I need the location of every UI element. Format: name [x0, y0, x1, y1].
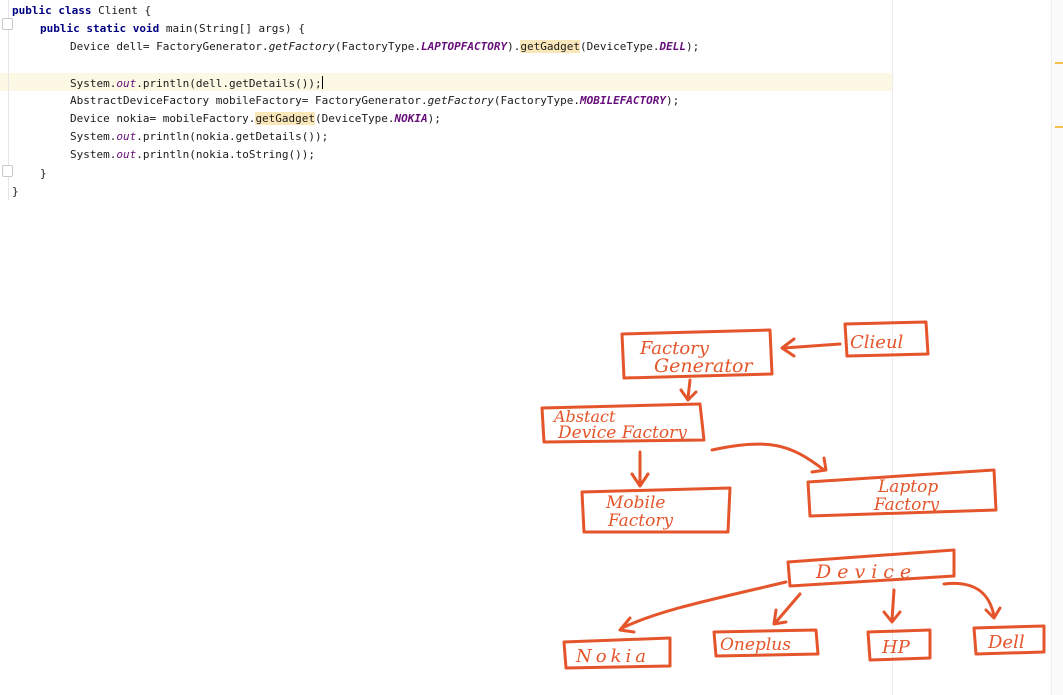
code-text: Device nokia= mobileFactory. [70, 112, 256, 125]
arrow-abstract-to-laptop [710, 442, 828, 474]
arrow-client-to-generator [780, 337, 842, 358]
diagram-label: Dell [987, 632, 1025, 653]
diagram-label: Nokia [575, 646, 650, 667]
code-text: ); [685, 40, 700, 53]
arrow-device-to-nokia [618, 580, 788, 634]
code-text: AbstractDeviceFactory mobileFactory= Fac… [70, 94, 428, 107]
arrow-generator-to-abstract [679, 378, 698, 402]
editor-scrollbar[interactable] [1051, 0, 1063, 695]
code-keyword: public class [12, 4, 92, 17]
fold-icon[interactable] [2, 165, 13, 177]
static-method: getFactory [427, 94, 494, 107]
diagram-label: Factory [873, 495, 939, 515]
handwritten-diagram: Factory Generator Clieul Abstact Device … [540, 320, 1046, 670]
brace: { [144, 4, 152, 17]
diagram-label: Laptop [877, 477, 938, 497]
static-field: out [116, 148, 137, 161]
enum-constant: NOKIA [394, 112, 428, 125]
code-text: (FactoryType. [334, 40, 422, 53]
code-text: .println(nokia.getDetails()); [136, 130, 329, 143]
code-text: System. [70, 77, 117, 90]
code-line-print-tostring[interactable]: System.out.println(nokia.toString()); [70, 148, 315, 162]
code-text: ); [427, 112, 441, 125]
code-text: .println(dell.getDetails()); [136, 77, 322, 90]
code-text: (FactoryType. [493, 94, 580, 107]
code-text: (DeviceType. [579, 40, 660, 53]
arrow-device-to-oneplus [772, 592, 802, 626]
highlighted-usage: getGadget [255, 112, 316, 125]
warning-marker[interactable] [1055, 62, 1063, 64]
closing-brace-method[interactable]: } [40, 167, 47, 181]
warning-marker[interactable] [1055, 126, 1063, 128]
code-line-print-details[interactable]: System.out.println(nokia.getDetails()); [70, 130, 328, 144]
code-line-class[interactable]: public class Client { [12, 4, 151, 18]
closing-brace-class[interactable]: } [12, 185, 19, 199]
diagram-label: Generator [654, 355, 754, 377]
diagram-label: Clieul [850, 332, 904, 353]
arrow-abstract-to-mobile [630, 450, 650, 488]
code-text: (DeviceType. [315, 112, 395, 125]
code-text: System. [70, 130, 117, 143]
code-editor[interactable]: public class Client { public static void… [0, 0, 1063, 695]
static-field: out [116, 130, 137, 143]
code-line-nokia[interactable]: Device nokia= mobileFactory.getGadget(De… [70, 112, 441, 126]
highlighted-usage: getGadget [520, 40, 580, 53]
code-text: ). [507, 40, 521, 53]
enum-constant: LAPTOPFACTORY [421, 40, 508, 53]
static-method: getFactory [268, 40, 335, 53]
diagram-label: Device Factory [557, 423, 687, 443]
code-text: Device dell= FactoryGenerator. [70, 40, 269, 53]
diagram-label: Mobile [605, 493, 665, 513]
code-line-print-dell[interactable]: System.out.println(dell.getDetails()); [70, 76, 323, 91]
code-line-mobile-factory[interactable]: AbstractDeviceFactory mobileFactory= Fac… [70, 94, 679, 108]
code-keyword: public static void [40, 22, 160, 35]
text-caret [321, 76, 323, 89]
static-field: out [116, 77, 137, 90]
code-line-method[interactable]: public static void main(String[] args) { [40, 22, 305, 36]
diagram-label: HP [881, 637, 911, 658]
code-text: System. [70, 148, 117, 161]
diagram-label: Oneplus [720, 635, 791, 655]
arrow-device-to-dell [942, 581, 1002, 620]
fold-icon[interactable] [2, 18, 13, 30]
diagram-label: Factory [607, 511, 673, 531]
code-text: ); [666, 94, 680, 107]
code-text: .println(nokia.toString()); [136, 148, 316, 161]
method-signature: main(String[] args) [165, 22, 292, 35]
enum-constant: MOBILEFACTORY [579, 94, 667, 107]
enum-constant: DELL [659, 40, 686, 53]
code-line-dell[interactable]: Device dell= FactoryGenerator.getFactory… [70, 40, 699, 54]
brace: { [298, 22, 305, 35]
diagram-label: Device [815, 561, 917, 583]
class-name: Client [98, 4, 138, 17]
arrow-device-to-hp [882, 588, 902, 624]
